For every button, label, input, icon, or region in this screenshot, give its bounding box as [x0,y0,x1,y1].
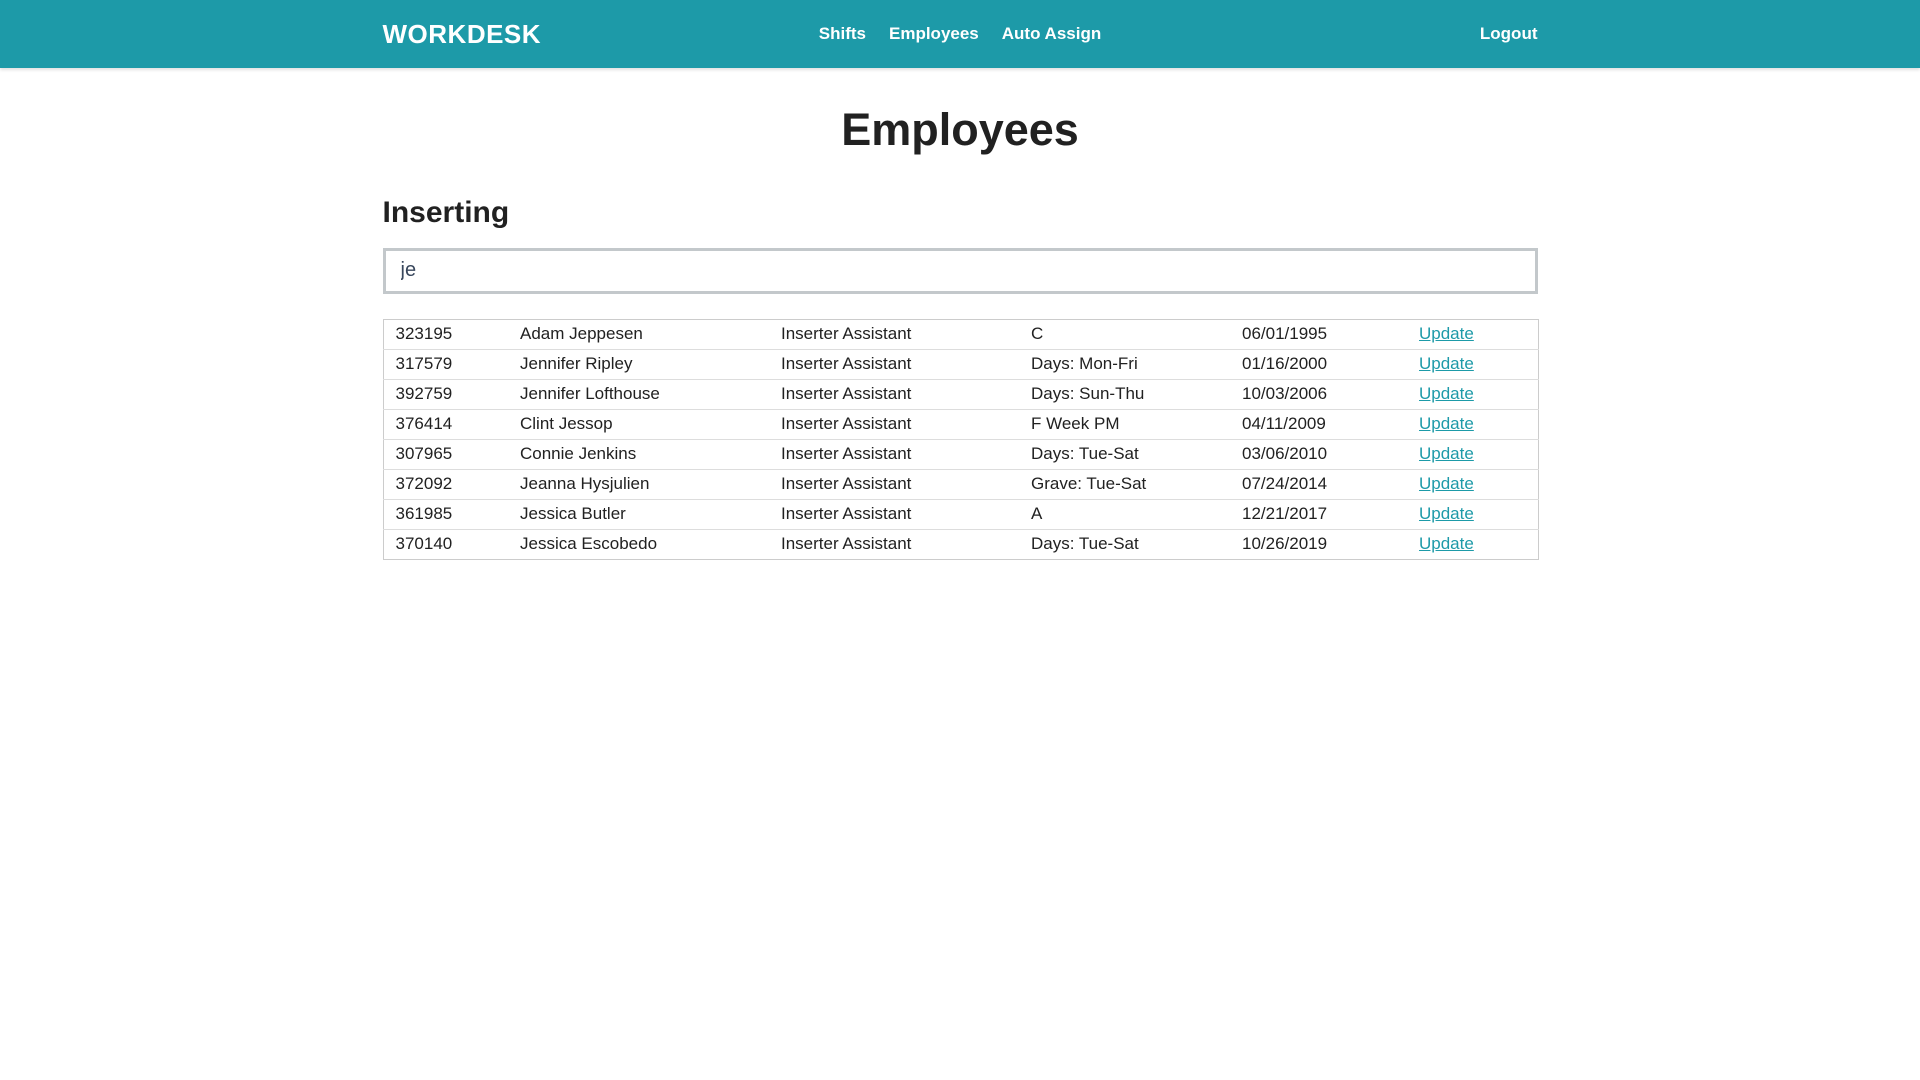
hire-date-cell: 04/11/2009 [1230,409,1407,439]
employee-name-cell: Jeanna Hysjulien [508,469,769,499]
logout-link[interactable]: Logout [1480,24,1538,44]
shift-cell: Days: Tue-Sat [1019,439,1230,469]
shift-cell: F Week PM [1019,409,1230,439]
hire-date-cell: 07/24/2014 [1230,469,1407,499]
hire-date-cell: 12/21/2017 [1230,499,1407,529]
shift-cell: Days: Tue-Sat [1019,529,1230,559]
employee-name-cell: Jessica Butler [508,499,769,529]
update-link[interactable]: Update [1419,474,1474,493]
employee-row: 370140 Jessica Escobedo Inserter Assista… [383,529,1538,559]
nav-shifts[interactable]: Shifts [819,24,866,44]
employee-name-cell: Adam Jeppesen [508,319,769,349]
section-heading: Inserting [383,196,1538,230]
employee-id-cell: 372092 [383,469,508,499]
update-link[interactable]: Update [1419,414,1474,433]
update-link[interactable]: Update [1419,444,1474,463]
action-cell: Update [1407,319,1538,349]
employee-id-cell: 392759 [383,379,508,409]
employee-row: 376414 Clint Jessop Inserter Assistant F… [383,409,1538,439]
position-cell: Inserter Assistant [769,439,1019,469]
employee-id-cell: 361985 [383,499,508,529]
action-cell: Update [1407,409,1538,439]
position-cell: Inserter Assistant [769,379,1019,409]
update-link[interactable]: Update [1419,324,1474,343]
shift-cell: Days: Sun-Thu [1019,379,1230,409]
employees-table: 323195 Adam Jeppesen Inserter Assistant … [383,319,1539,560]
main-content: Employees Inserting 323195 Adam Jeppesen… [383,104,1538,560]
action-cell: Update [1407,439,1538,469]
position-cell: Inserter Assistant [769,499,1019,529]
position-cell: Inserter Assistant [769,469,1019,499]
page-title: Employees [383,104,1538,156]
position-cell: Inserter Assistant [769,409,1019,439]
position-cell: Inserter Assistant [769,319,1019,349]
action-cell: Update [1407,379,1538,409]
nav-employees[interactable]: Employees [889,24,979,44]
employee-id-cell: 307965 [383,439,508,469]
shift-cell: Days: Mon-Fri [1019,349,1230,379]
hire-date-cell: 10/26/2019 [1230,529,1407,559]
hire-date-cell: 06/01/1995 [1230,319,1407,349]
employee-id-cell: 376414 [383,409,508,439]
main-nav: Shifts Employees Auto Assign [819,0,1101,68]
employee-name-cell: Jennifer Ripley [508,349,769,379]
employee-id-cell: 323195 [383,319,508,349]
shift-cell: A [1019,499,1230,529]
hire-date-cell: 03/06/2010 [1230,439,1407,469]
employee-name-cell: Clint Jessop [508,409,769,439]
action-cell: Update [1407,469,1538,499]
shift-cell: C [1019,319,1230,349]
employee-row: 392759 Jennifer Lofthouse Inserter Assis… [383,379,1538,409]
hire-date-cell: 01/16/2000 [1230,349,1407,379]
action-cell: Update [1407,499,1538,529]
action-cell: Update [1407,529,1538,559]
action-cell: Update [1407,349,1538,379]
employee-row: 372092 Jeanna Hysjulien Inserter Assista… [383,469,1538,499]
employee-name-cell: Jennifer Lofthouse [508,379,769,409]
position-cell: Inserter Assistant [769,529,1019,559]
position-cell: Inserter Assistant [769,349,1019,379]
update-link[interactable]: Update [1419,354,1474,373]
app-header: WORKDESK Shifts Employees Auto Assign Lo… [0,0,1920,68]
update-link[interactable]: Update [1419,384,1474,403]
employee-id-cell: 317579 [383,349,508,379]
employee-row: 307965 Connie Jenkins Inserter Assistant… [383,439,1538,469]
update-link[interactable]: Update [1419,504,1474,523]
employee-row: 361985 Jessica Butler Inserter Assistant… [383,499,1538,529]
brand-logo[interactable]: WORKDESK [383,19,542,50]
hire-date-cell: 10/03/2006 [1230,379,1407,409]
update-link[interactable]: Update [1419,534,1474,553]
nav-auto-assign[interactable]: Auto Assign [1002,24,1101,44]
employee-row: 317579 Jennifer Ripley Inserter Assistan… [383,349,1538,379]
employee-search-input[interactable] [383,248,1538,294]
employee-name-cell: Connie Jenkins [508,439,769,469]
employee-row: 323195 Adam Jeppesen Inserter Assistant … [383,319,1538,349]
employee-name-cell: Jessica Escobedo [508,529,769,559]
shift-cell: Grave: Tue-Sat [1019,469,1230,499]
employee-id-cell: 370140 [383,529,508,559]
